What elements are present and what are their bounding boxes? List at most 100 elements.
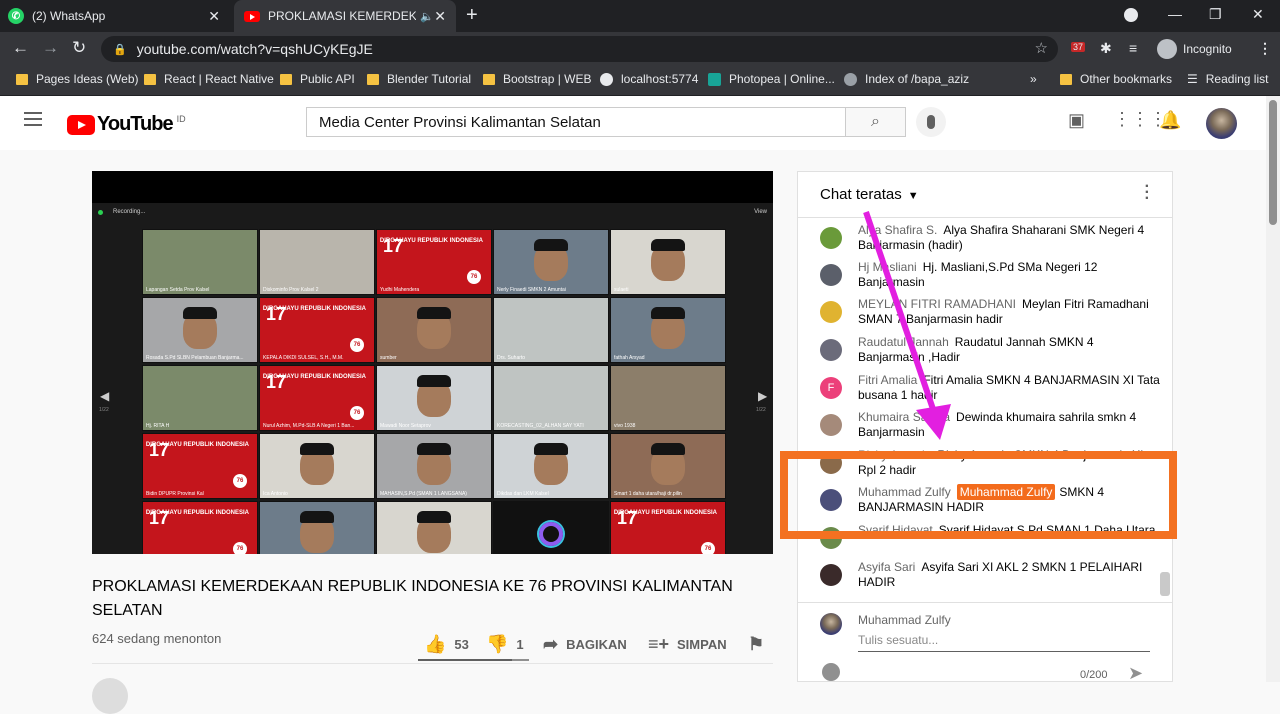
create-video-icon[interactable]: ▣ [1068, 110, 1085, 131]
bookmark-item[interactable]: React | React Native [144, 72, 274, 86]
photopea-icon [708, 72, 721, 86]
minimize-button[interactable]: — [1168, 6, 1182, 22]
author-name[interactable]: Raudatul Jannah [858, 335, 949, 349]
author-avatar[interactable] [820, 301, 842, 323]
country-code: ID [176, 113, 186, 124]
maximize-button[interactable]: ❐ [1209, 6, 1222, 23]
bookmark-item[interactable]: Pages Ideas (Web) [16, 72, 139, 86]
bookmark-item[interactable]: Bootstrap | WEB [483, 72, 591, 86]
search-button[interactable]: ⌕ [845, 107, 906, 137]
peci-cap [651, 442, 685, 455]
prev-page-arrow-icon[interactable]: ◀ [100, 389, 109, 403]
search-input[interactable]: Media Center Provinsi Kalimantan Selatan [306, 107, 846, 137]
close-tab-icon[interactable]: ✕ [208, 8, 220, 25]
extensions-puzzle-icon[interactable]: ✱ [1100, 40, 1112, 57]
share-button[interactable]: ➦ BAGIKAN [543, 634, 627, 655]
chat-input[interactable]: Tulis sesuatu... [858, 633, 938, 647]
author-name[interactable]: Fitri Amalia [858, 373, 917, 387]
video-player[interactable]: Recording... View ◀ 1/22 ▶ 1/22 Lapangan… [92, 171, 773, 554]
other-bookmarks[interactable]: Other bookmarks [1060, 72, 1172, 86]
account-avatar[interactable] [1206, 108, 1237, 139]
chat-messages: Alya Shafira S. Alya Shafira Shaharani SM… [798, 219, 1172, 603]
participant-name: Smart 1 daha utara/haji dr.pilin [614, 491, 682, 497]
browser-menu-icon[interactable]: ⋮ [1258, 40, 1272, 57]
youtube-play-icon [67, 114, 95, 135]
bookmark-item[interactable]: Index of /bapa_aziz [844, 72, 969, 86]
new-tab-button[interactable]: + [466, 4, 478, 27]
speaker-icon[interactable]: 🔈 [420, 10, 434, 23]
reload-icon[interactable]: ↻ [72, 38, 86, 58]
chat-more-options-icon[interactable]: · · · [1145, 179, 1150, 207]
extension-badge[interactable]: 37 [1071, 42, 1086, 52]
logo-text: YouTube [97, 113, 174, 135]
author-avatar[interactable]: F [820, 377, 842, 399]
incognito-icon [1157, 39, 1177, 59]
channel-avatar[interactable] [92, 678, 128, 714]
participant-name: KORECASTING_02_ALHAN SAY YATI [497, 423, 584, 429]
folder-icon [483, 73, 495, 85]
media-control-icon[interactable]: ≡ [1129, 40, 1137, 56]
chat-mode-dropdown[interactable]: Chat teratas ▼ [820, 186, 919, 203]
author-avatar[interactable] [820, 564, 842, 586]
bookmark-item[interactable]: Public API [280, 72, 355, 86]
send-icon[interactable]: ➤ [1128, 663, 1143, 684]
bookmark-item[interactable]: Photopea | Online... [708, 72, 835, 86]
like-ratio-fill [418, 659, 513, 661]
chevron-down-icon: ▼ [907, 190, 919, 202]
youtube-logo[interactable]: YouTube ID [67, 113, 186, 136]
bookmark-star-icon[interactable]: ☆ [1035, 39, 1048, 57]
tab-search-icon[interactable] [1124, 8, 1138, 22]
peci-cap [417, 306, 451, 319]
author-name[interactable]: Hj Masliani [858, 260, 917, 274]
chat-message: F Fitri Amalia Fitri Amalia SMKN 4 BANJARM… [820, 373, 1160, 403]
tab-whatsapp[interactable]: ✆ (2) WhatsApp ✕ [8, 0, 230, 32]
participant-name: fathah Arsyad [614, 355, 645, 361]
share-arrow-icon: ➦ [543, 634, 559, 654]
author-avatar[interactable] [820, 264, 842, 286]
page-scrollbar[interactable] [1266, 96, 1280, 682]
address-bar[interactable]: 🔒 youtube.com/watch?v=qshUCyKEgJE ☆ [101, 36, 1058, 62]
scrollbar-thumb[interactable] [1269, 100, 1277, 225]
author-avatar[interactable] [820, 339, 842, 361]
tab-title: (2) WhatsApp [32, 9, 106, 23]
dislike-button[interactable]: 👎 1 [486, 634, 524, 655]
bookmark-item[interactable]: localhost:5774 [600, 72, 698, 86]
author-avatar[interactable] [820, 227, 842, 249]
close-tab-icon[interactable]: ✕ [434, 8, 446, 25]
peci-cap [300, 442, 334, 455]
bookmark-item[interactable]: Blender Tutorial [367, 72, 471, 86]
notifications-bell-icon[interactable]: 🔔 [1159, 110, 1181, 131]
participant-name: KEPALA DIKDI SULSEL, S.H., M.M. [263, 355, 344, 361]
participant-name: sulaeti [614, 287, 629, 293]
reading-list[interactable]: ☰ Reading list [1187, 72, 1268, 86]
chat-scrollbar[interactable] [1160, 572, 1170, 596]
save-button[interactable]: ≡+ SIMPAN [648, 634, 727, 655]
participant-name: Nerly Finaedi SMKN 2 Amuntai [497, 287, 566, 293]
peci-cap [534, 442, 568, 455]
chat-message: Raudatul Jannah Raudatul Jannah SMKN 4 Ba… [820, 335, 1160, 365]
author-name[interactable]: Alya Shafira S. [858, 223, 937, 237]
participant-name: MAHASIN,S.Pd (SMAN 1 LANGSANA) [380, 491, 467, 497]
participant-tile [376, 501, 492, 554]
tab-youtube[interactable]: PROKLAMASI KEMERDEKAAN 🔈 ✕ [234, 0, 456, 32]
peci-cap [534, 238, 568, 251]
emoji-icon[interactable] [822, 663, 840, 681]
author-name[interactable]: MEYLAN FITRI RAMADHANI [858, 297, 1016, 311]
participant-tile: Nerly Finaedi SMKN 2 Amuntai [493, 229, 609, 295]
bookmarks-overflow-button[interactable]: » [1030, 72, 1037, 86]
folder-icon [280, 73, 292, 85]
chat-message: Asyifa Sari Asyifa Sari XI AKL 2 SMKN 1 P… [820, 560, 1160, 590]
whatsapp-icon: ✆ [8, 8, 24, 24]
next-page-arrow-icon[interactable]: ▶ [758, 389, 767, 403]
report-button[interactable]: ⚑ [748, 634, 772, 655]
author-name[interactable]: Khumaira Sahrila [858, 410, 950, 424]
back-arrow-icon[interactable]: ← [12, 38, 29, 58]
author-name[interactable]: Asyifa Sari [858, 560, 915, 574]
forward-arrow-icon[interactable]: → [42, 38, 59, 58]
like-button[interactable]: 👍 53 [424, 634, 469, 655]
author-avatar[interactable] [820, 414, 842, 436]
incognito-profile-button[interactable]: Incognito [1153, 37, 1245, 61]
close-window-button[interactable]: ✕ [1252, 6, 1264, 23]
voice-search-mic-icon[interactable] [916, 107, 946, 137]
hamburger-menu-icon[interactable] [24, 112, 42, 126]
